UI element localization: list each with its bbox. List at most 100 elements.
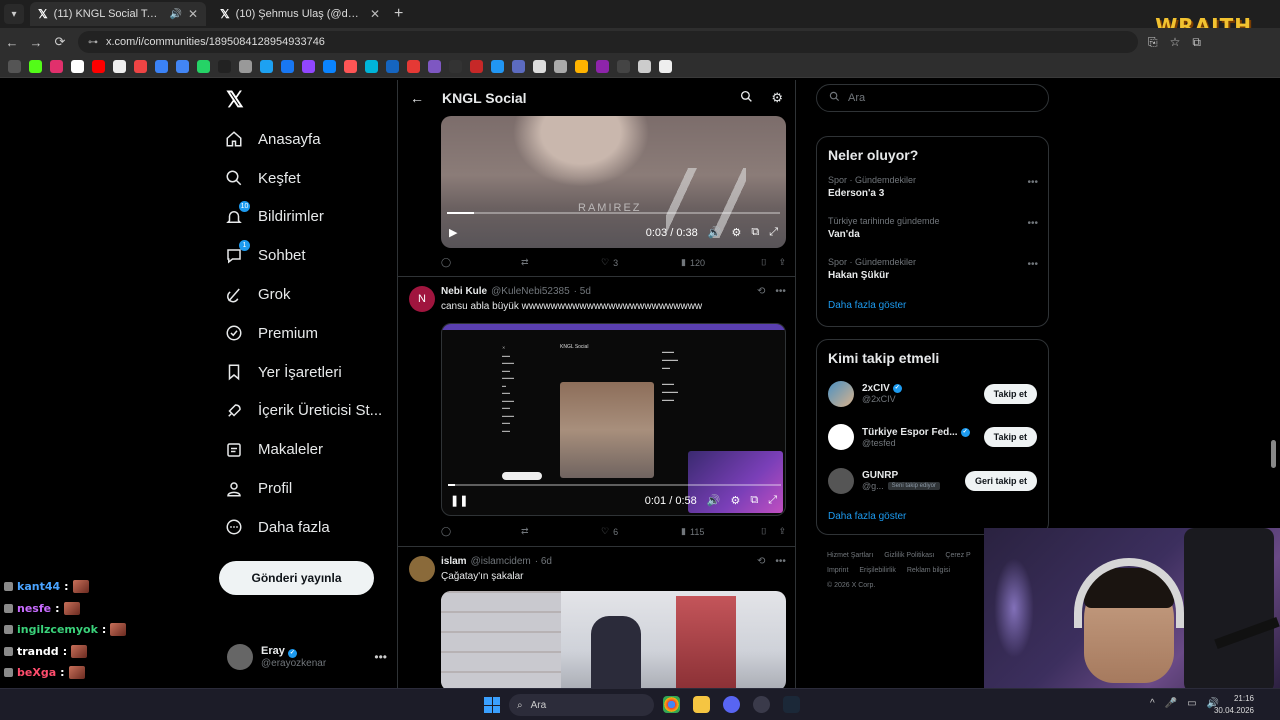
nav-item-explore[interactable]: Keşfet [224, 159, 382, 198]
post-time[interactable]: · 6d [535, 556, 552, 567]
post-time[interactable]: · 5d [574, 286, 591, 297]
fullscreen-icon[interactable]: ⤢ [769, 226, 778, 239]
folder-icon[interactable] [693, 696, 710, 713]
follow-back-button[interactable]: Geri takip et [964, 470, 1037, 491]
views-button[interactable]: ▮ 120 [681, 257, 761, 268]
network-icon[interactable]: ▭ [1187, 698, 1196, 709]
nav-item-creator-studio[interactable]: İçerik Üreticisi St... [224, 392, 382, 431]
bookmark-icon[interactable] [638, 60, 651, 73]
post-button[interactable]: Gönderi yayınla [219, 561, 374, 595]
footer-link[interactable]: Gizlilik Politikası [884, 552, 934, 559]
more-icon[interactable]: ••• [1027, 177, 1038, 188]
video-player[interactable]: ✕ ▬▬ ▬▬▬ ▬▬ ▬▬▬ ▬ ▬▬ ▬▬▬ ▬▬ ▬▬▬ ▬▬ ▬▬ KNGL Social ▬… [441, 323, 786, 516]
chat-username[interactable]: ingilzcemyok [17, 623, 98, 636]
repost-button[interactable]: ⇄ [521, 257, 601, 268]
bookmark-icon[interactable] [659, 60, 672, 73]
bookmark-icon[interactable] [533, 60, 546, 73]
chat-username[interactable]: beXga [17, 666, 56, 679]
chevron-up-icon[interactable]: ^ [1150, 698, 1155, 709]
tab-sehmus[interactable]: 𝕏 (10) Şehmus Ulaş (@deracanoz ✕ [212, 2, 388, 26]
steam-icon[interactable] [783, 696, 800, 713]
trend-item[interactable]: Spor · Gündemdekiler Ederson'a 3 ••• [817, 169, 1048, 210]
tab-search-button[interactable]: ▾ [4, 4, 24, 24]
footer-link[interactable]: Erişilebilirlik [859, 567, 896, 574]
follow-suggestion[interactable]: GUNRP @g... Seni takip ediyor Geri takip … [817, 459, 1048, 503]
reload-icon[interactable]: ⟳ [48, 34, 72, 50]
nav-item-chat[interactable]: 1 Sohbet [224, 236, 382, 275]
fullscreen-icon[interactable]: ⤢ [768, 494, 777, 507]
tab-knglsocial[interactable]: 𝕏 (11) KNGL Social Topluluk / 🔊 ✕ [30, 2, 206, 26]
repost-button[interactable]: ⇄ [521, 526, 601, 537]
forward-icon[interactable]: → [24, 35, 48, 50]
bookmark-icon[interactable] [365, 60, 378, 73]
bookmark-icon[interactable] [218, 60, 231, 73]
bookmark-icon[interactable] [491, 60, 504, 73]
volume-icon[interactable]: 🔊 [708, 226, 722, 239]
bookmark-icon[interactable] [470, 60, 483, 73]
chat-username[interactable]: kant44 [17, 580, 60, 593]
video-player[interactable]: RAMIREZ ▶ 0:03 / 0:38 🔊 ⚙ ⧉ ⤢ [441, 116, 786, 248]
author-name[interactable]: islam [441, 556, 467, 567]
nav-item-profile[interactable]: Profil [224, 469, 382, 508]
bookmark-icon[interactable] [71, 60, 84, 73]
more-icon[interactable]: ••• [1027, 259, 1038, 270]
speaker-icon[interactable]: 🔊 [169, 9, 181, 20]
pip-icon[interactable]: ⧉ [751, 226, 759, 239]
chat-username[interactable]: nesfe [17, 602, 51, 615]
bookmark-icon[interactable] [596, 60, 609, 73]
extensions-icon[interactable]: ⧉ [1192, 35, 1201, 50]
nav-item-more[interactable]: Daha fazla [224, 508, 382, 547]
bookmark-icon[interactable] [176, 60, 189, 73]
reply-button[interactable]: ◯ [441, 526, 521, 537]
footer-link[interactable]: Hizmet Şartları [827, 552, 873, 559]
taskbar-search[interactable]: ⌕ Ara [509, 694, 654, 716]
star-icon[interactable]: ☆ [1170, 35, 1181, 50]
share-icon[interactable]: ⇪ [778, 257, 786, 268]
nav-item-bookmarks[interactable]: Yer İşaretleri [224, 353, 382, 392]
bookmark-icon[interactable] [92, 60, 105, 73]
back-icon[interactable]: ← [0, 35, 24, 50]
app-icon[interactable] [753, 696, 770, 713]
more-icon[interactable]: ••• [775, 286, 786, 297]
footer-link[interactable]: Imprint [827, 567, 848, 574]
volume-icon[interactable]: 🔊 [707, 494, 721, 507]
trend-item[interactable]: Spor · Gündemdekiler Hakan Şükür ••• [817, 251, 1048, 292]
avatar[interactable]: N [409, 286, 435, 312]
gear-icon[interactable]: ⚙ [730, 494, 740, 507]
bookmark-icon[interactable] [323, 60, 336, 73]
nav-item-grok[interactable]: Grok [224, 275, 382, 314]
gear-icon[interactable]: ⚙ [731, 226, 741, 239]
back-arrow-icon[interactable]: ← [410, 90, 424, 106]
bookmark-icon[interactable] [260, 60, 273, 73]
follow-button[interactable]: Takip et [983, 383, 1037, 404]
more-icon[interactable]: ••• [374, 650, 387, 664]
system-clock[interactable]: 21:16 30.04.2026 [1214, 693, 1254, 717]
show-more-link[interactable]: Daha fazla göster [817, 292, 1048, 323]
video-progress-bar[interactable] [448, 484, 781, 486]
bookmark-icon[interactable] [386, 60, 399, 73]
search-input[interactable]: Ara [816, 84, 1049, 112]
more-icon[interactable]: ••• [775, 556, 786, 567]
bookmark-icon[interactable] [617, 60, 630, 73]
grok-icon[interactable]: ⟲ [757, 556, 765, 567]
trend-item[interactable]: Türkiye tarihinde gündemde Van'da ••• [817, 210, 1048, 251]
author-name[interactable]: Nebi Kule [441, 286, 487, 297]
bookmark-icon[interactable]: ⌷ [761, 257, 766, 268]
url-field[interactable]: ⊶ x.com/i/communities/189508412895493374… [78, 31, 1138, 53]
like-button[interactable]: ♡ 6 [601, 526, 681, 537]
play-icon[interactable]: ▶ [449, 226, 457, 239]
bookmark-icon[interactable] [50, 60, 63, 73]
bookmark-icon[interactable] [29, 60, 42, 73]
close-tab-icon[interactable]: ✕ [188, 7, 198, 21]
share-icon[interactable]: ⇪ [778, 526, 786, 537]
reply-button[interactable]: ◯ [441, 257, 521, 268]
windows-start-icon[interactable] [484, 697, 500, 713]
install-icon[interactable]: ⎘ [1148, 35, 1158, 50]
video-progress-bar[interactable] [447, 212, 780, 214]
gear-icon[interactable]: ⚙ [771, 90, 783, 106]
apps-icon[interactable] [8, 60, 21, 73]
bookmark-icon[interactable] [134, 60, 147, 73]
bookmark-icon[interactable] [554, 60, 567, 73]
avatar[interactable] [409, 556, 435, 582]
bookmark-icon[interactable] [155, 60, 168, 73]
